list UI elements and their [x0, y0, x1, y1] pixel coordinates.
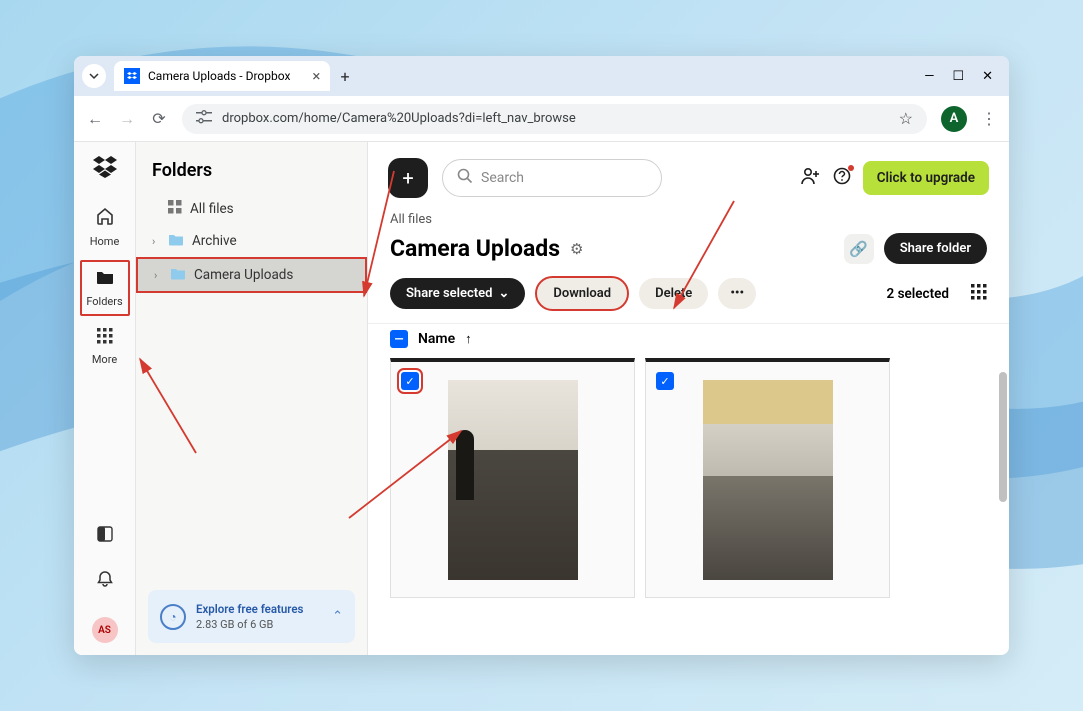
site-settings-icon[interactable]	[196, 110, 212, 128]
folders-panel: Folders All files ›Archive ›Camera Uploa…	[136, 142, 368, 655]
breadcrumb[interactable]: All files	[368, 208, 1009, 231]
bookmark-icon[interactable]: ☆	[899, 109, 913, 128]
url-bar: ← → ⟳ dropbox.com/home/Camera%20Uploads?…	[74, 96, 1009, 142]
select-all-checkbox[interactable]: —	[390, 330, 408, 348]
notifications-icon[interactable]	[96, 570, 114, 593]
new-tab-button[interactable]: +	[340, 67, 349, 86]
close-tab-icon[interactable]: ×	[312, 67, 320, 85]
browser-menu-icon[interactable]: ⋮	[981, 109, 997, 128]
share-selected-button[interactable]: Share selected⌄	[390, 278, 525, 309]
allfiles-icon	[168, 200, 182, 218]
user-avatar[interactable]: AS	[92, 617, 118, 643]
create-button[interactable]: +	[388, 158, 428, 198]
page-title: Camera Uploads	[390, 235, 560, 262]
file-item[interactable]: ✓	[645, 358, 890, 598]
sidebar-home[interactable]: Home	[80, 200, 130, 254]
explore-title: Explore free features	[196, 602, 303, 616]
share-folder-button[interactable]: Share folder	[884, 233, 987, 264]
minimize-button[interactable]: —	[924, 69, 934, 84]
item-checkbox[interactable]: ✓	[656, 372, 674, 390]
url-text: dropbox.com/home/Camera%20Uploads?di=lef…	[222, 111, 576, 126]
upgrade-button[interactable]: Click to upgrade	[863, 161, 989, 195]
folder-camera-uploads[interactable]: ›Camera Uploads	[136, 257, 367, 293]
app-sidebar: Home Folders More AS	[74, 142, 136, 655]
home-icon	[95, 206, 115, 231]
folder-settings-icon[interactable]: ⚙	[570, 240, 583, 258]
item-checkbox[interactable]: ✓	[401, 372, 419, 390]
explore-icon: ◔	[160, 604, 186, 630]
folder-allfiles[interactable]: All files	[136, 193, 367, 225]
search-input[interactable]: Search	[442, 159, 662, 197]
close-window-button[interactable]: ✕	[982, 69, 993, 84]
delete-button[interactable]: Delete	[639, 278, 708, 309]
back-button[interactable]: ←	[86, 109, 104, 129]
image-thumbnail	[448, 380, 578, 580]
more-actions-button[interactable]: •••	[718, 278, 756, 309]
link-icon: 🔗	[849, 240, 868, 258]
theme-icon[interactable]	[97, 526, 113, 546]
search-icon	[457, 168, 473, 188]
folders-icon	[95, 268, 115, 291]
more-grid-icon	[97, 328, 113, 349]
folder-icon	[168, 232, 184, 250]
view-toggle-icon[interactable]	[971, 284, 987, 304]
folder-archive[interactable]: ›Archive	[136, 225, 367, 257]
download-button[interactable]: Download	[535, 276, 629, 311]
plus-icon: +	[402, 166, 413, 190]
tabs-dropdown-button[interactable]	[82, 64, 106, 88]
copy-link-button[interactable]: 🔗	[844, 234, 874, 264]
invite-icon[interactable]	[801, 167, 821, 190]
dropbox-favicon	[124, 68, 140, 84]
main-content: + Search Click to upgrade All files Came…	[368, 142, 1009, 655]
image-thumbnail	[703, 380, 833, 580]
address-bar[interactable]: dropbox.com/home/Camera%20Uploads?di=lef…	[182, 104, 927, 134]
browser-tab[interactable]: Camera Uploads - Dropbox ×	[114, 61, 330, 91]
scrollbar[interactable]	[995, 350, 1009, 655]
profile-avatar[interactable]: A	[941, 106, 967, 132]
folders-header: Folders	[136, 142, 367, 193]
tab-title: Camera Uploads - Dropbox	[148, 69, 290, 83]
expand-icon[interactable]: ›	[154, 269, 162, 282]
window-titlebar: Camera Uploads - Dropbox × + — ☐ ✕	[74, 56, 1009, 96]
selected-count: 2 selected	[887, 286, 949, 302]
column-name[interactable]: Name	[418, 331, 455, 347]
explore-card[interactable]: ◔ Explore free features 2.83 GB of 6 GB …	[148, 590, 355, 643]
help-icon[interactable]	[833, 167, 851, 190]
file-item[interactable]: ✓	[390, 358, 635, 598]
dropbox-logo-icon[interactable]	[93, 156, 117, 184]
maximize-button[interactable]: ☐	[952, 69, 964, 84]
expand-icon[interactable]: ›	[152, 235, 160, 248]
sidebar-more[interactable]: More	[80, 322, 130, 372]
chevron-down-icon: ⌄	[498, 286, 509, 301]
storage-text: 2.83 GB of 6 GB	[196, 618, 303, 631]
folder-icon	[170, 266, 186, 284]
forward-button[interactable]: →	[118, 109, 136, 129]
sort-arrow-icon[interactable]: ↑	[465, 331, 472, 347]
sidebar-folders[interactable]: Folders	[80, 260, 130, 316]
reload-button[interactable]: ⟳	[150, 109, 168, 128]
chevron-up-icon[interactable]: ⌃	[332, 609, 343, 624]
